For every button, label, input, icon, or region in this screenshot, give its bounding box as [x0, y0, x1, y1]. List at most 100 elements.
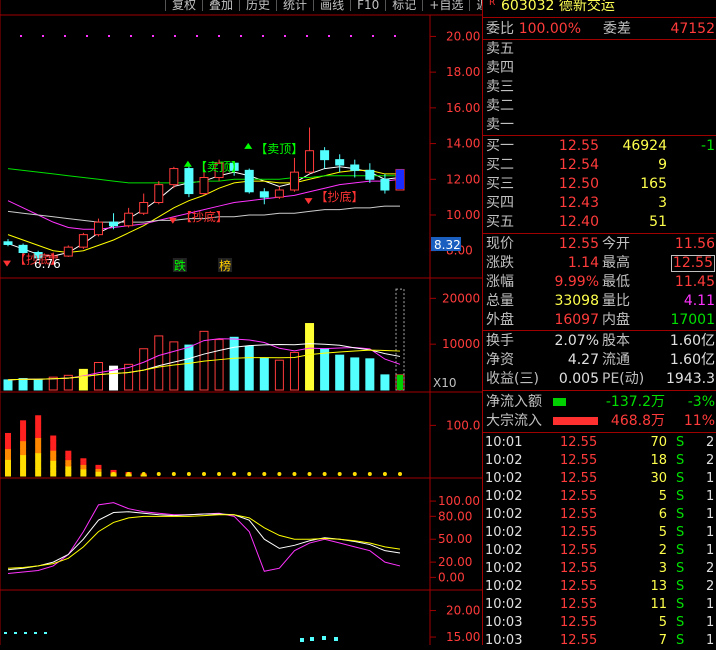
tick-count: 2	[706, 561, 715, 576]
bid-row: 买一 12.55 46924 -1	[483, 137, 716, 155]
weibi-row: 委比 100.00% 委差 47152	[483, 20, 716, 38]
candle[interactable]	[259, 188, 269, 205]
candle[interactable]	[289, 157, 299, 192]
candle[interactable]	[380, 173, 390, 194]
bid-price: 12.50	[558, 176, 599, 192]
candle[interactable]	[154, 181, 164, 205]
volume-bar[interactable]	[335, 354, 345, 391]
divider	[483, 330, 716, 331]
toolbar-button-1[interactable]: 叠加	[202, 0, 239, 11]
candle[interactable]	[350, 159, 360, 178]
tick-row[interactable]: 10:02 12.55 11 S 1	[483, 596, 716, 614]
candle[interactable]	[169, 166, 179, 189]
indicator1-dot	[277, 472, 282, 476]
bid-row: 买五 12.40 51	[483, 213, 716, 231]
candle[interactable]	[3, 239, 13, 247]
indicator1-bar	[35, 415, 42, 477]
candle[interactable]	[320, 147, 330, 169]
tick-row[interactable]: 10:02 12.55 5 S 1	[483, 524, 716, 542]
tick-row[interactable]: 10:02 12.55 3 S 2	[483, 560, 716, 578]
tick-row[interactable]: 10:03 12.55 7 S 1	[483, 632, 716, 650]
volume-bar[interactable]	[3, 379, 13, 391]
candle[interactable]	[305, 127, 315, 174]
price-axis-label: 10.00	[446, 208, 480, 222]
candle[interactable]	[274, 186, 284, 199]
tick-row[interactable]: 10:02 12.55 18 S 2	[483, 452, 716, 470]
indicator1-dot	[337, 472, 342, 476]
quote-value: 4.11	[683, 293, 715, 309]
tick-row[interactable]: 10:02 12.55 5 S 1	[483, 488, 716, 506]
divider	[483, 233, 716, 234]
candle[interactable]	[139, 193, 149, 215]
volume-bar[interactable]	[229, 336, 239, 391]
volume-bar[interactable]	[184, 344, 194, 391]
candle[interactable]	[78, 232, 88, 249]
volume-bar[interactable]	[259, 357, 269, 391]
quote-value: 12.55	[558, 236, 599, 252]
volume-bar[interactable]	[154, 335, 164, 391]
ask-label: 卖三	[486, 79, 514, 95]
volume-bar[interactable]	[214, 339, 224, 391]
toolbar-button-5[interactable]: F10	[350, 0, 385, 11]
toolbar-button-7[interactable]: +自选	[422, 0, 469, 11]
volume-bar[interactable]	[33, 378, 43, 391]
tick-row[interactable]: 10:02 12.55 2 S 1	[483, 542, 716, 560]
tick-side: S	[676, 633, 685, 648]
toolbar-button-0[interactable]: 复权	[165, 0, 202, 11]
signal-dot	[306, 35, 308, 37]
indicator1-dot	[398, 472, 402, 476]
volume-bar[interactable]	[365, 358, 375, 391]
fundamental-row: 收益(三) 0.005 PE(动) 1943.3	[483, 370, 716, 388]
indicator1-dot	[171, 472, 176, 476]
volume-bar[interactable]	[350, 357, 360, 391]
volume-bar[interactable]	[78, 368, 88, 391]
candle[interactable]	[244, 168, 254, 194]
volume-bar[interactable]	[305, 323, 315, 391]
tick-price: 12.55	[560, 489, 598, 504]
quote-label: 量比	[602, 293, 630, 309]
volume-bar[interactable]	[169, 341, 179, 391]
flow-bar	[553, 417, 598, 425]
candle[interactable]	[365, 163, 375, 183]
current-candle[interactable]	[396, 169, 404, 190]
toolbar-button-6[interactable]: 标记	[385, 0, 422, 11]
flow-label: 大宗流入	[486, 413, 542, 429]
candle[interactable]	[63, 245, 73, 257]
indicator3-axis-label: 20.00	[446, 604, 480, 618]
quote-row: 总量 33098 量比 4.11	[483, 292, 716, 310]
volume-bar[interactable]	[274, 359, 284, 391]
tick-count: 1	[706, 525, 715, 540]
tick-row[interactable]: 10:02 12.55 30 S 1	[483, 470, 716, 488]
toolbar-button-3[interactable]: 统计	[276, 0, 313, 11]
volume-bar[interactable]	[93, 362, 103, 391]
price-axis-label: 12.00	[446, 172, 480, 186]
volume-bar[interactable]	[380, 374, 390, 391]
indicator2-axis-label: 50.00	[438, 532, 472, 546]
tick-row[interactable]: 10:01 12.55 70 S 2	[483, 434, 716, 452]
candle[interactable]	[184, 165, 194, 198]
quote-label: 涨跌	[486, 255, 514, 271]
indicator2-axis-label: 0.00	[438, 570, 465, 584]
volume-axis-label: 10000	[442, 337, 480, 351]
bid-price: 12.54	[558, 157, 599, 173]
tick-row[interactable]: 10:03 12.55 5 S 1	[483, 614, 716, 632]
indicator1-dot	[21, 472, 26, 476]
candle[interactable]	[335, 154, 345, 173]
candle[interactable]	[124, 207, 134, 228]
toolbar-button-2[interactable]: 历史	[239, 0, 276, 11]
tick-row[interactable]: 10:02 12.55 6 S 1	[483, 506, 716, 524]
toolbar-button-4[interactable]: 画线	[313, 0, 350, 11]
tick-count: 2	[706, 453, 715, 468]
indicator1-dot	[66, 472, 71, 476]
bid-row: 买四 12.43 3	[483, 194, 716, 212]
volume-bar[interactable]	[289, 351, 299, 391]
kline-chart-svg[interactable]: 20.0018.0016.0014.0012.0010.008.008.326.…	[0, 0, 482, 645]
tick-row[interactable]: 10:02 12.55 13 S 2	[483, 578, 716, 596]
ask-label: 卖一	[486, 117, 514, 133]
signal-dot	[174, 35, 176, 37]
kline-chart-area[interactable]: 20.0018.0016.0014.0012.0010.008.008.326.…	[0, 0, 500, 645]
candle[interactable]	[93, 218, 103, 237]
volume-bar[interactable]	[18, 378, 28, 391]
volume-bar[interactable]	[320, 348, 330, 391]
volume-bar[interactable]	[244, 345, 254, 391]
